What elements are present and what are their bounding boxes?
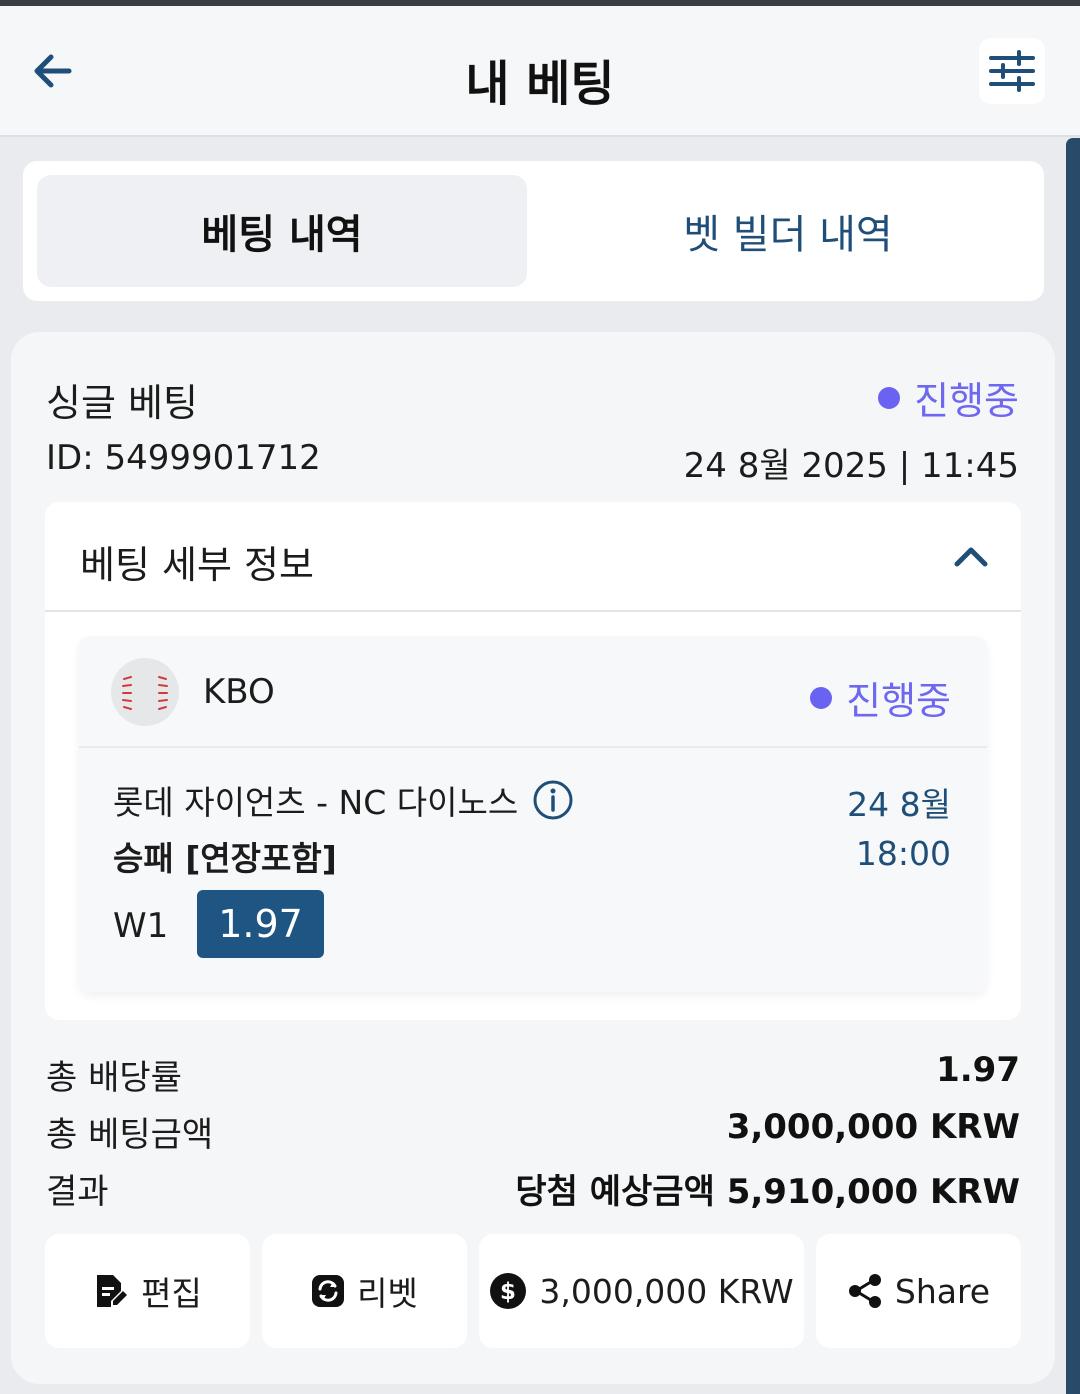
pick-label: W1 (113, 906, 169, 946)
event-status: 진행중 (810, 670, 951, 725)
tab-bar: 베팅 내역 벳 빌더 내역 (23, 161, 1044, 301)
match-teams: 롯데 자이언츠 - NC 다이노스 (113, 783, 519, 822)
edit-button[interactable]: 편집 (45, 1234, 250, 1348)
bet-id: ID: 5499901712 (46, 438, 321, 478)
event-card: KBO 진행중 롯데 자이언츠 - NC 다이노스 24 8월 승패 [연장포함… (79, 636, 987, 992)
dollar-coin-icon: $ (490, 1273, 527, 1309)
info-icon[interactable] (532, 779, 574, 821)
chevron-up-icon[interactable] (951, 536, 991, 576)
cashout-button[interactable]: $ 3,000,000 KRW (479, 1234, 804, 1348)
bet-details-header[interactable]: 베팅 세부 정보 (45, 502, 1021, 612)
status-dot-icon (810, 686, 833, 709)
league-row: KBO 진행중 (79, 636, 987, 748)
total-odds-label: 총 배당률 (46, 1058, 182, 1098)
league-name: KBO (203, 672, 275, 712)
cashout-amount: 3,000,000 KRW (539, 1271, 794, 1311)
total-odds-row: 총 배당률 1.97 (46, 1050, 1020, 1099)
market-name: 승패 [연장포함] (113, 839, 337, 878)
refresh-icon (312, 1275, 345, 1307)
bet-status-label: 진행중 (914, 379, 1019, 423)
result-row: 결과 당첨 예상금액 5,910,000 KRW (46, 1164, 1020, 1213)
bet-datetime: 24 8월 2025 | 11:45 (683, 446, 1019, 486)
bet-card: 싱글 베팅 진행중 ID: 5499901712 24 8월 2025 | 11… (11, 332, 1055, 1384)
bet-type: 싱글 베팅 (46, 381, 198, 425)
result-value: 당첨 예상금액 5,910,000 KRW (515, 1172, 1020, 1212)
edit-label: 편집 (141, 1274, 202, 1313)
share-icon (848, 1274, 881, 1308)
tab-bet-builder-history[interactable]: 벳 빌더 내역 (543, 175, 1033, 287)
match-time: 18:00 (855, 834, 951, 873)
sliders-icon (989, 50, 1035, 92)
svg-text:$: $ (500, 1279, 516, 1305)
edit-document-icon (97, 1275, 128, 1307)
rebet-label: 리벳 (357, 1274, 418, 1313)
bet-details-panel: 베팅 세부 정보 KBO 진행중 롯데 자이언츠 - NC 다이노스 24 8월… (45, 502, 1021, 1020)
result-label: 결과 (46, 1172, 109, 1212)
action-bar: 편집 리벳 $ 3,000,000 KRW Share (45, 1234, 1021, 1348)
page-title: 내 베팅 (465, 56, 615, 112)
share-label: Share (894, 1271, 991, 1311)
baseball-icon (111, 658, 179, 726)
match-date: 24 8월 (847, 785, 951, 824)
total-stake-row: 총 베팅금액 3,000,000 KRW (46, 1107, 1020, 1156)
share-button[interactable]: Share (816, 1234, 1021, 1348)
event-status-label: 진행중 (846, 679, 951, 723)
total-odds-value: 1.97 (936, 1050, 1020, 1090)
bet-status: 진행중 (878, 370, 1019, 425)
odds-badge: 1.97 (197, 890, 324, 958)
match-name: 롯데 자이언츠 - NC 다이노스 (113, 776, 574, 824)
scrollbar[interactable] (1066, 138, 1080, 1394)
total-stake-label: 총 베팅금액 (46, 1115, 214, 1155)
tab-bet-history[interactable]: 베팅 내역 (37, 175, 527, 287)
filter-button[interactable] (979, 38, 1045, 104)
rebet-button[interactable]: 리벳 (262, 1234, 467, 1348)
app-header: 내 베팅 (0, 6, 1080, 137)
status-dot-icon (878, 386, 901, 409)
bet-details-title: 베팅 세부 정보 (80, 543, 314, 587)
total-stake-value: 3,000,000 KRW (726, 1107, 1020, 1147)
